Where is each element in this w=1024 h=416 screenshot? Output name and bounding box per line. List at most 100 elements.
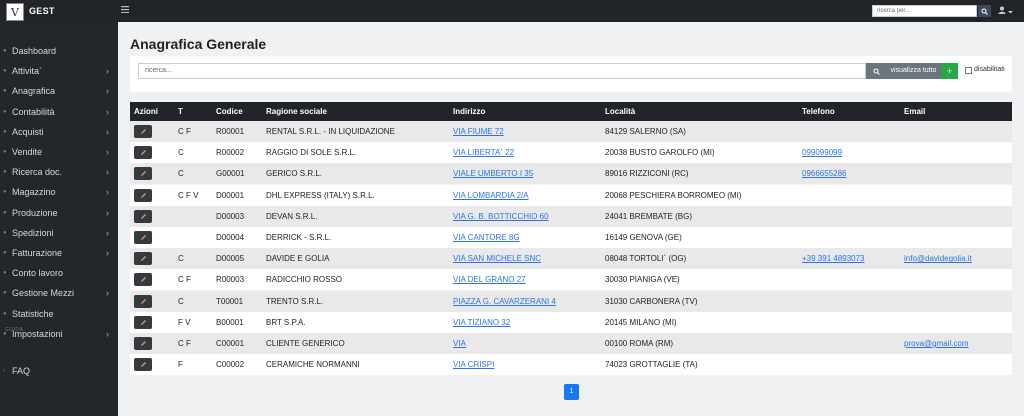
global-search-button[interactable] xyxy=(978,5,991,17)
edit-button[interactable] xyxy=(134,337,152,350)
sidebar-item-faq[interactable]: › FAQ xyxy=(0,363,118,379)
edit-button[interactable] xyxy=(134,188,152,202)
menu-icon[interactable] xyxy=(121,5,129,16)
cell-type: C F xyxy=(178,339,191,348)
edit-button[interactable] xyxy=(134,231,152,244)
sidebar-item-statistiche[interactable]: ● Statistiche xyxy=(0,306,118,322)
sidebar-item-attivita[interactable]: ● Attivita` › xyxy=(0,63,118,79)
cell-telefono[interactable]: 099099099 xyxy=(802,142,842,163)
cell-indirizzo[interactable]: VIA CRISPI xyxy=(453,354,494,375)
sidebar-item-produzione[interactable]: ● Produzione › xyxy=(0,205,118,221)
cell-localita: 74023 GROTTAGLIE (TA) xyxy=(605,360,698,370)
pagination-page-current[interactable]: 1 xyxy=(564,384,579,400)
sidebar-item-magazzino[interactable]: ● Magazzino › xyxy=(0,184,118,200)
table-row: C F R00003 RADICCHIO ROSSO VIA DEL GRANO 27… xyxy=(130,269,1012,291)
sidebar-item-dashboard[interactable]: ● Dashboard xyxy=(0,43,118,59)
sidebar-item-fatturazione[interactable]: ● Fatturazione › xyxy=(0,245,118,261)
cell-type: F V xyxy=(178,317,191,327)
cell-indirizzo[interactable]: VIA SAN MICHELE SNC xyxy=(453,248,541,269)
cell-indirizzo[interactable]: VIA TIZIANO 32 xyxy=(453,312,510,333)
sidebar-item-label: Anagrafica xyxy=(12,86,56,97)
sidebar-item-gestione-mezzi[interactable]: ● Gestione Mezzi › xyxy=(0,285,118,301)
cell-indirizzo[interactable]: VIALE UMBERTO I 35 xyxy=(453,163,533,184)
cell-codice: D00004 xyxy=(216,233,245,242)
sidebar-item-contabilit[interactable]: ● Contabilità › xyxy=(0,104,118,120)
edit-button[interactable] xyxy=(134,294,152,308)
chevron-right-icon: › xyxy=(106,227,109,238)
cell-ragione-sociale: DAVIDE E GOLIA xyxy=(266,254,330,264)
pencil-icon xyxy=(140,192,146,198)
cell-indirizzo[interactable]: VIA LIBERTA` 22 xyxy=(453,142,514,163)
cell-indirizzo[interactable]: VIA FIUME 72 xyxy=(453,121,504,142)
sidebar-item-acquisti[interactable]: ● Acquisti › xyxy=(0,124,118,140)
sidebar-item-vendite[interactable]: ● Vendite › xyxy=(0,144,118,160)
cell-localita: 30030 PIANIGA (VE) xyxy=(605,275,680,285)
cell-indirizzo[interactable]: VIA CANTORE 8G xyxy=(453,227,520,248)
sidebar-item-conto-lavoro[interactable]: ● Conto lavoro xyxy=(0,265,118,281)
cell-codice: C00001 xyxy=(216,339,245,348)
cell-codice: T00001 xyxy=(216,296,244,306)
edit-button[interactable] xyxy=(134,252,152,266)
edit-button[interactable] xyxy=(134,146,152,160)
cell-ragione-sociale: DERRICK - S.R.L. xyxy=(266,233,332,242)
add-button[interactable]: + xyxy=(941,63,958,79)
table-row: C T00001 TRENTO S.R.L. PIAZZA G. CAVARZERAN… xyxy=(130,290,1012,312)
cell-indirizzo[interactable]: PIAZZA G. CAVARZERANI 4 xyxy=(453,291,556,312)
sidebar-item-anagrafica[interactable]: ● Anagrafica › xyxy=(0,83,118,99)
table-row: C R00002 RAGGIO DI SOLE S.R.L. VIA LIBERTA`… xyxy=(130,142,1012,164)
pencil-icon xyxy=(140,277,146,283)
bullet-icon: ● xyxy=(3,250,7,256)
search-input[interactable]: ricerca... xyxy=(138,63,866,79)
app-logo[interactable]: V xyxy=(6,3,24,21)
edit-button[interactable] xyxy=(134,315,152,329)
sidebar-item-spedizioni[interactable]: ● Spedizioni › xyxy=(0,225,118,241)
cell-ragione-sociale: DEVAN S.R.L. xyxy=(266,211,318,221)
brand-name[interactable]: GEST xyxy=(29,6,55,16)
cell-indirizzo[interactable]: VIA DEL GRANO 27 xyxy=(453,269,526,290)
global-search-input[interactable]: ricerca per... xyxy=(872,5,977,17)
cell-telefono[interactable]: +39 391 4893073 xyxy=(802,248,865,269)
cell-email[interactable]: info@davidegolia.it xyxy=(904,248,972,269)
cell-telefono[interactable]: 0966655286 xyxy=(802,163,847,184)
cell-type: C xyxy=(178,169,184,179)
user-menu[interactable] xyxy=(998,6,1014,16)
cell-indirizzo[interactable]: VIA G. B. BOTTICCHIO 60 xyxy=(453,206,549,227)
search-button[interactable] xyxy=(866,63,886,79)
bullet-icon: ● xyxy=(3,88,7,95)
sidebar-item-label: Vendite xyxy=(12,147,43,157)
pencil-icon xyxy=(140,256,146,262)
caret-down-icon xyxy=(1008,11,1014,14)
chevron-right-icon: › xyxy=(106,86,109,97)
bullet-icon: ● xyxy=(3,310,7,317)
cell-codice: D00001 xyxy=(216,190,245,200)
sidebar-item-label: Ricerca doc. xyxy=(12,167,63,178)
cell-codice: R00003 xyxy=(216,275,245,285)
cell-type: F xyxy=(178,360,183,370)
header-ragione-sociale: Ragione sociale xyxy=(266,107,327,116)
cell-type: C F xyxy=(178,127,191,136)
sidebar-item-ricerca-doc[interactable]: ● Ricerca doc. › xyxy=(0,164,118,180)
show-all-button[interactable]: visualizza tutto xyxy=(886,63,941,79)
bullet-icon: ● xyxy=(3,290,7,297)
disabled-checkbox[interactable] xyxy=(965,67,972,74)
edit-button[interactable] xyxy=(134,167,152,181)
cell-localita: 20038 BUSTO GAROLFO (MI) xyxy=(605,148,715,158)
pencil-icon xyxy=(140,362,146,368)
chevron-right-icon: › xyxy=(106,66,109,77)
cell-email[interactable]: prova@gmail.com xyxy=(904,333,969,354)
edit-button[interactable] xyxy=(134,273,152,287)
cell-indirizzo[interactable]: VIA xyxy=(453,333,466,354)
cell-indirizzo[interactable]: VIA LOMBARDIA 2/A xyxy=(453,185,529,206)
cell-type: C F V xyxy=(178,190,199,200)
cell-ragione-sociale: CERAMICHE NORMANNI xyxy=(266,360,360,370)
edit-button[interactable] xyxy=(134,209,152,223)
cell-type: C F xyxy=(178,275,191,285)
table-row: C G00001 GERICO S.R.L. VIALE UMBERTO I 35 89… xyxy=(130,163,1012,185)
header-codice: Codice xyxy=(216,107,243,116)
sidebar-item-label: FAQ xyxy=(12,366,31,376)
edit-button[interactable] xyxy=(134,358,152,372)
disabled-checkbox-label: disabilitati xyxy=(974,66,1005,73)
cell-ragione-sociale: CLIENTE GENERICO xyxy=(266,339,345,348)
pencil-icon xyxy=(140,129,146,134)
edit-button[interactable] xyxy=(134,125,152,138)
